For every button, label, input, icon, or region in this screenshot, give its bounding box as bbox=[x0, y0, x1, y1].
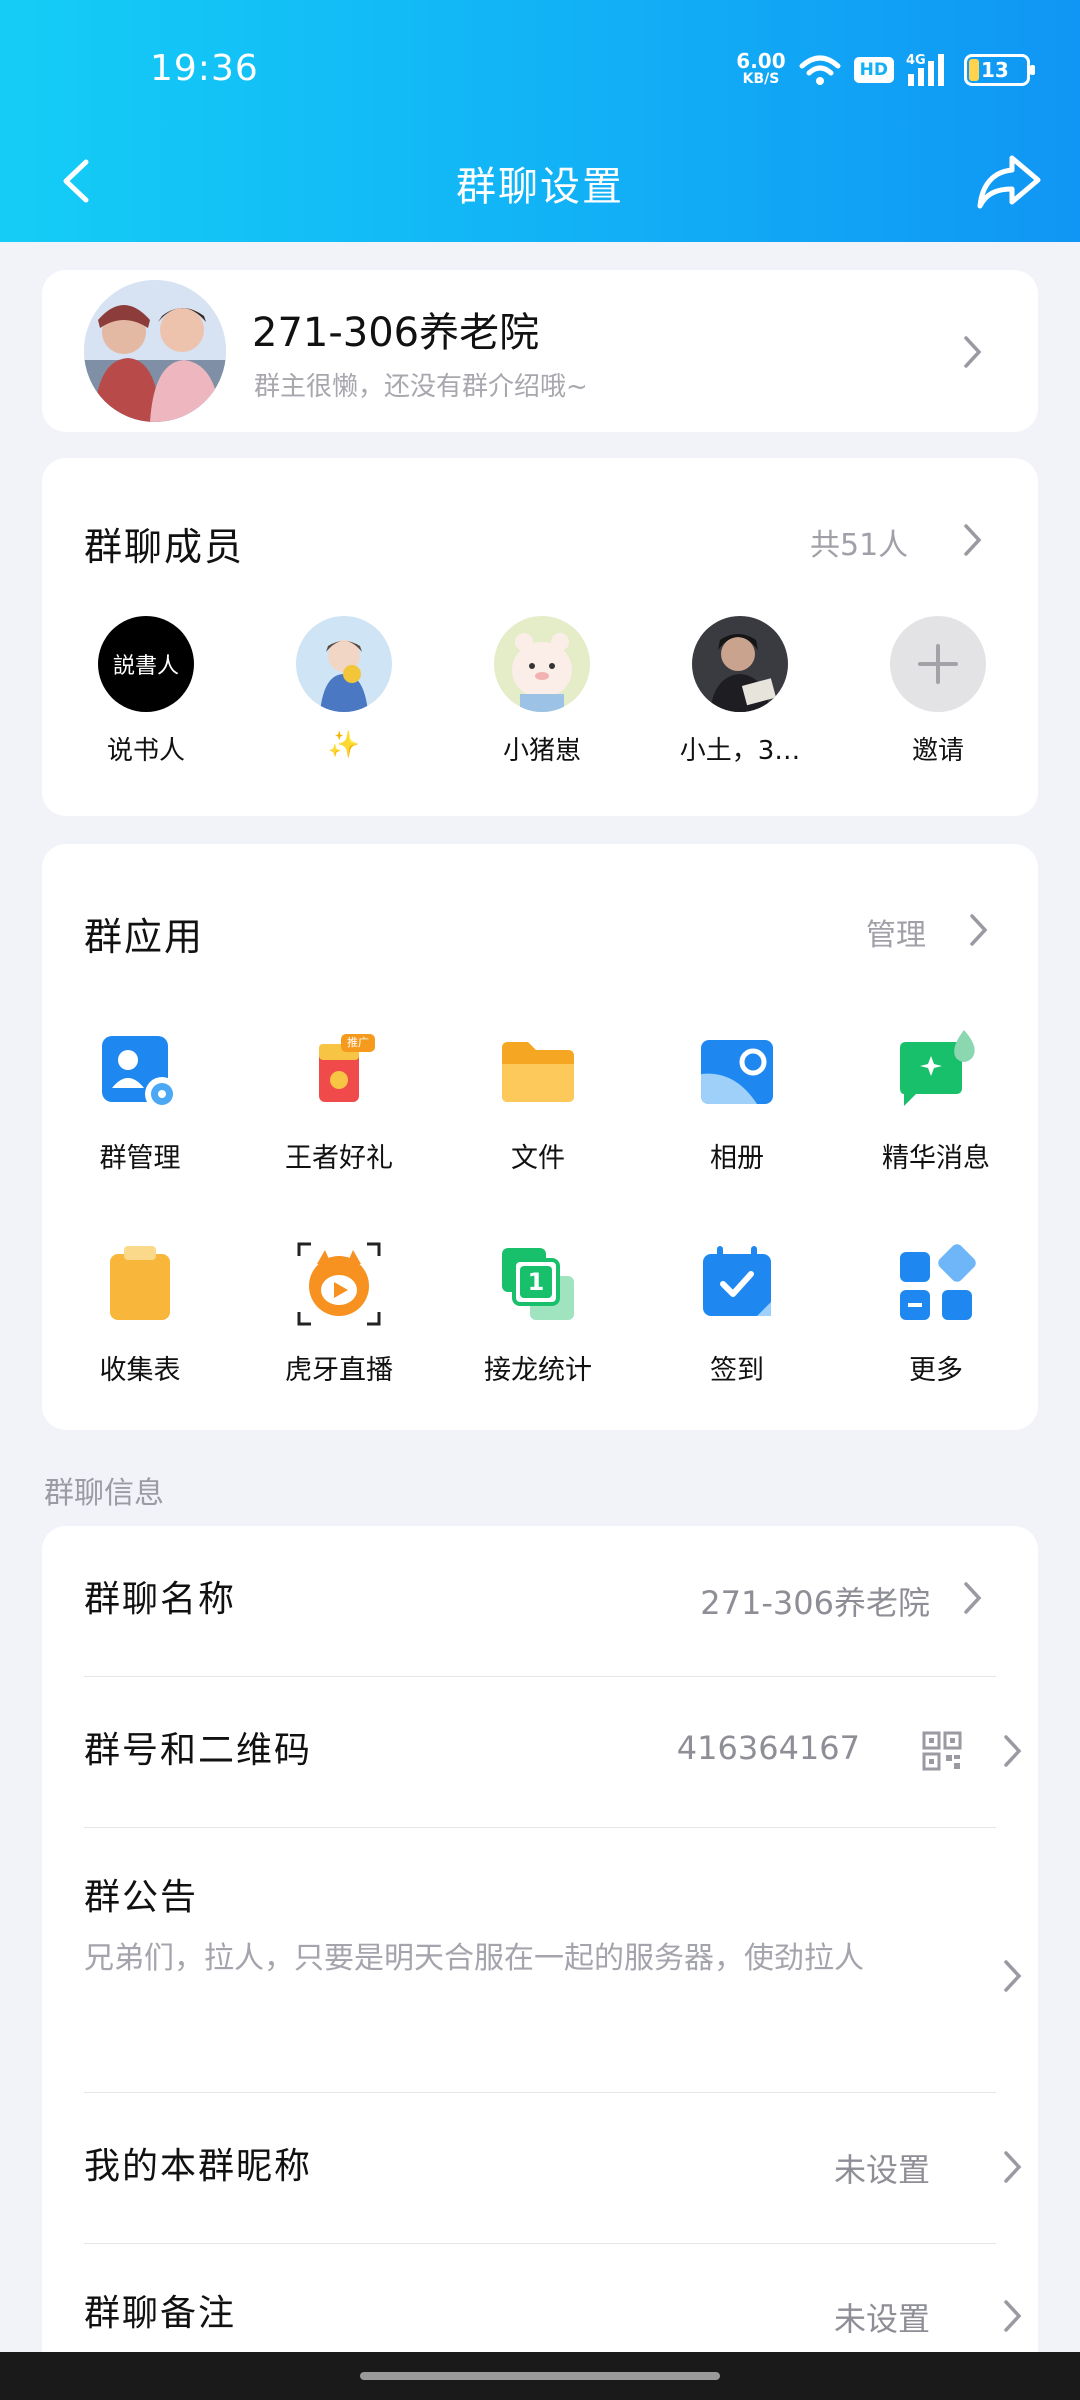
group-profile-card[interactable]: 271-306养老院 群主很懒，还没有群介绍哦~ bbox=[42, 270, 1038, 432]
my-nickname-row[interactable]: 我的本群昵称 未设置 bbox=[84, 2093, 1022, 2243]
member-name: 小猪崽 bbox=[502, 736, 581, 766]
clipboard-icon bbox=[98, 1242, 182, 1326]
group-notice-text: 兄弟们，拉人，只要是明天合服在一起的服务器，使劲拉人 bbox=[84, 1941, 864, 1976]
row-label: 群聊名称 bbox=[84, 1579, 237, 1620]
invite-button[interactable]: 邀请 bbox=[873, 616, 1003, 767]
app-king-gift[interactable]: 推广 王者好礼 bbox=[241, 1030, 437, 1175]
svg-text:4G: 4G bbox=[906, 53, 926, 68]
app-label: 虎牙直播 bbox=[285, 1355, 393, 1386]
group-manage-icon bbox=[98, 1030, 182, 1114]
network-speed: 6.00 KB/S bbox=[736, 49, 786, 87]
member-avatar bbox=[494, 616, 590, 712]
group-description: 群主很懒，还没有群介绍哦~ bbox=[254, 372, 588, 402]
member-item[interactable]: 説書人 说书人 bbox=[81, 616, 211, 767]
qr-code-icon bbox=[922, 1731, 962, 1771]
app-files[interactable]: 文件 bbox=[440, 1030, 636, 1175]
app-label: 群管理 bbox=[99, 1143, 181, 1174]
row-label: 我的本群昵称 bbox=[84, 2146, 313, 2187]
member-name: ✨ bbox=[327, 730, 361, 760]
plus-icon bbox=[890, 616, 986, 712]
app-label: 接龙统计 bbox=[484, 1355, 592, 1386]
folder-icon bbox=[496, 1030, 580, 1114]
app-label: 相册 bbox=[710, 1143, 764, 1174]
app-relay-stats[interactable]: 1 接龙统计 bbox=[440, 1242, 636, 1387]
essence-message-icon bbox=[894, 1030, 978, 1114]
relay-badge-number: 1 bbox=[527, 1268, 545, 1296]
group-number-qr-row[interactable]: 群号和二维码 416364167 bbox=[84, 1677, 1022, 1827]
app-label: 王者好礼 bbox=[285, 1143, 393, 1174]
app-checkin[interactable]: 签到 bbox=[639, 1242, 835, 1387]
chevron-right-icon bbox=[1004, 2300, 1022, 2332]
status-time: 19:36 bbox=[150, 48, 259, 89]
member-name: 小土，3… bbox=[679, 736, 801, 766]
signal-icon: 4G bbox=[906, 53, 944, 86]
member-item[interactable]: 小猪崽 bbox=[477, 616, 607, 767]
promo-badge: 推广 bbox=[347, 1036, 369, 1049]
apps-title: 群应用 bbox=[84, 915, 205, 959]
status-bar: 19:36 6.00 KB/S HD 4G 13 bbox=[0, 0, 1080, 140]
relay-stats-icon: 1 bbox=[496, 1242, 580, 1326]
battery-icon: 13 bbox=[964, 54, 1035, 86]
row-value: 未设置 bbox=[833, 2151, 930, 2189]
calendar-checkin-icon bbox=[695, 1242, 779, 1326]
app-label: 签到 bbox=[710, 1355, 764, 1386]
row-value: 未设置 bbox=[833, 2300, 930, 2338]
member-name: 说书人 bbox=[106, 736, 185, 766]
app-label: 收集表 bbox=[99, 1355, 181, 1386]
share-icon[interactable] bbox=[976, 152, 1042, 212]
row-label: 群公告 bbox=[84, 1877, 199, 1918]
group-name-row[interactable]: 群聊名称 271-306养老院 bbox=[84, 1526, 996, 1676]
gift-icon: 推广 bbox=[297, 1030, 381, 1114]
group-avatar bbox=[84, 280, 226, 422]
huya-live-icon bbox=[297, 1242, 381, 1326]
members-title: 群聊成员 bbox=[84, 525, 245, 569]
chevron-right-icon bbox=[1004, 2151, 1022, 2183]
group-notice-row[interactable]: 群公告 兄弟们，拉人，只要是明天合服在一起的服务器，使劲拉人 bbox=[84, 1828, 1022, 2092]
member-avatar bbox=[692, 616, 788, 712]
app-group-manage[interactable]: 群管理 bbox=[42, 1030, 238, 1175]
status-icons: 6.00 KB/S HD 4G 13 bbox=[736, 48, 1035, 92]
apps-manage-link[interactable]: 管理 bbox=[866, 910, 926, 954]
row-label: 群号和二维码 bbox=[84, 1730, 313, 1771]
app-label: 更多 bbox=[909, 1355, 963, 1386]
app-label: 文件 bbox=[511, 1143, 565, 1174]
members-card: 群聊成员 共51人 説書人 说书人 ✨ 小猪崽 小土，3… 邀请 bbox=[42, 458, 1038, 816]
member-avatar bbox=[296, 616, 392, 712]
page-title: 群聊设置 bbox=[456, 164, 624, 210]
app-album[interactable]: 相册 bbox=[639, 1030, 835, 1175]
chevron-right-icon[interactable] bbox=[962, 522, 984, 558]
app-essence-messages[interactable]: 精华消息 bbox=[838, 1030, 1034, 1175]
group-info-card: 群聊名称 271-306养老院 群号和二维码 416364167 群公告 兄弟们… bbox=[42, 1526, 1038, 2400]
invite-label: 邀请 bbox=[911, 736, 964, 766]
chevron-right-icon bbox=[964, 1582, 982, 1614]
app-collection-form[interactable]: 收集表 bbox=[42, 1242, 238, 1387]
app-label: 精华消息 bbox=[882, 1143, 990, 1174]
more-apps-icon bbox=[894, 1242, 978, 1326]
row-value: 271-306养老院 bbox=[700, 1584, 930, 1622]
app-more[interactable]: 更多 bbox=[838, 1242, 1034, 1387]
group-apps-card: 群应用 管理 群管理 推广 王者好礼 文件 相册 精华消息 收集表 虎牙直播 1… bbox=[42, 844, 1038, 1430]
chevron-right-icon[interactable] bbox=[968, 912, 990, 948]
chevron-right-icon bbox=[964, 336, 982, 368]
group-info-section-label: 群聊信息 bbox=[44, 1476, 164, 1511]
album-icon bbox=[695, 1030, 779, 1114]
wifi-icon bbox=[799, 55, 841, 85]
member-item[interactable]: ✨ bbox=[279, 616, 409, 760]
row-label: 群聊备注 bbox=[84, 2293, 237, 2334]
member-count[interactable]: 共51人 bbox=[810, 520, 908, 564]
member-item[interactable]: 小土，3… bbox=[675, 616, 805, 767]
chevron-right-icon bbox=[1004, 1960, 1022, 1992]
member-avatar: 説書人 bbox=[98, 616, 194, 712]
group-name: 271-306养老院 bbox=[252, 310, 540, 356]
header-bar: 19:36 6.00 KB/S HD 4G 13 群聊设置 bbox=[0, 0, 1080, 242]
nav-bar: 群聊设置 bbox=[0, 132, 1080, 232]
home-indicator[interactable] bbox=[360, 2372, 720, 2380]
gesture-nav-bar bbox=[0, 2352, 1080, 2400]
group-number: 416364167 bbox=[676, 1729, 860, 1767]
chevron-right-icon bbox=[1004, 1735, 1022, 1767]
hd-icon: HD bbox=[853, 57, 894, 83]
app-huya-live[interactable]: 虎牙直播 bbox=[241, 1242, 437, 1387]
